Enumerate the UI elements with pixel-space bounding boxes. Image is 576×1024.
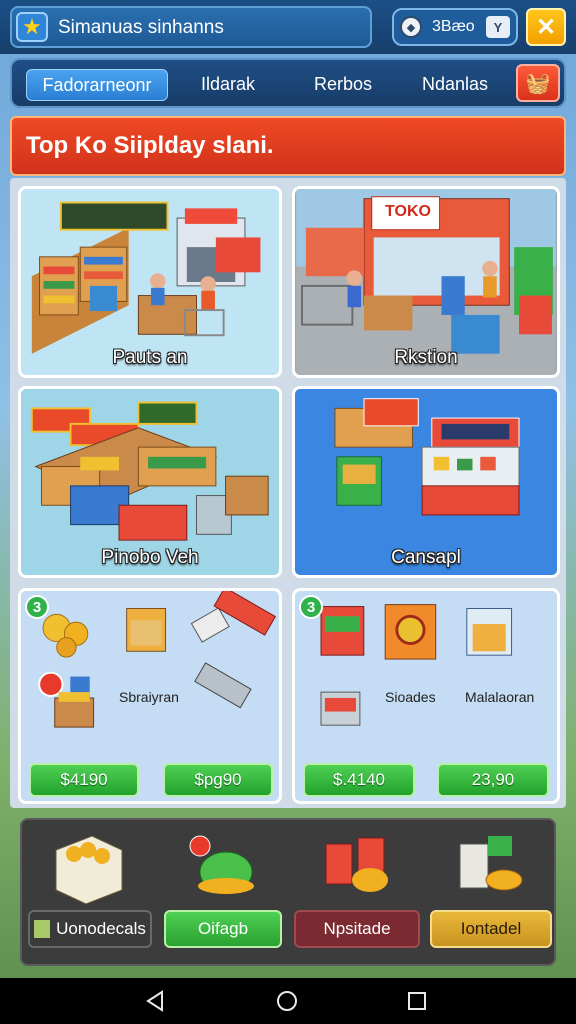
shop-card-caption: Sbraiyran	[119, 689, 179, 705]
shop-card-badge: 3	[299, 595, 323, 619]
filter-icon[interactable]: Y	[486, 16, 510, 38]
top-bar: ★ Simanuas sinhanns ◆ 3Bæo Y ✕	[0, 0, 576, 54]
recents-icon[interactable]	[402, 988, 432, 1014]
app-title: Simanuas sinhanns	[58, 17, 224, 38]
scene-card-pauts[interactable]: Pauts an	[18, 186, 282, 378]
scene-card-label: Pauts an	[112, 347, 188, 368]
banner-title: Top Ko Siiplday slani.	[26, 132, 274, 159]
tab-bar: Fadorarneonr Ildarak Rerbos Ndanlas 🧺	[10, 58, 566, 108]
title-box: ★ Simanuas sinhanns	[10, 6, 372, 48]
uonodecals-button[interactable]: Uonodecals	[28, 910, 152, 948]
home-icon[interactable]	[272, 988, 302, 1014]
scene-card-cansapl[interactable]: Cansapl	[292, 386, 560, 578]
scene-card-pinobo[interactable]: Pinobo Veh	[18, 386, 282, 578]
star-icon[interactable]: ★	[16, 12, 48, 42]
uonodecals-label: Uonodecals	[56, 919, 146, 938]
iontadel-button[interactable]: Iontadel	[430, 910, 552, 948]
currency-box[interactable]: ◆ 3Bæo Y	[392, 8, 518, 46]
price-button[interactable]: $.4140	[303, 763, 415, 797]
shop-card-2[interactable]: 3 Sioades Malalaoran $.4140 23,90	[292, 588, 560, 804]
tab-fadorarneonr[interactable]: Fadorarneonr	[26, 69, 168, 101]
basket-icon[interactable]: 🧺	[516, 64, 560, 102]
coin-icon: ◆	[400, 16, 422, 38]
tab-ndanlas[interactable]: Ndanlas	[400, 69, 510, 99]
scene-card-rkstion[interactable]: TOKO Rkstion	[292, 186, 560, 378]
price-button[interactable]: $4190	[29, 763, 139, 797]
scene-card-label: Pinobo Veh	[101, 547, 199, 568]
promo-banner: Top Ko Siiplday slani.	[10, 116, 566, 176]
npsitade-button[interactable]: Npsitade	[294, 910, 420, 948]
scene-card-label: Rkstion	[394, 347, 458, 368]
box-icon	[34, 920, 51, 938]
currency-value: 3Bæo	[432, 18, 475, 35]
shop-card-caption-a: Sioades	[385, 689, 436, 705]
oifagb-button[interactable]: Oifagb	[164, 910, 282, 948]
shop-panel: Pauts an TOKO Rkstion Pinobo Veh Cansapl…	[10, 178, 566, 808]
store-sign: TOKO	[385, 203, 431, 220]
price-button[interactable]: 23,90	[437, 763, 549, 797]
close-icon[interactable]: ✕	[526, 8, 566, 46]
bottom-items-illustration	[55, 835, 523, 905]
scene-card-label: Cansapl	[391, 547, 461, 568]
bottom-action-panel: Uonodecals Oifagb Npsitade Iontadel	[20, 818, 556, 966]
shop-card-badge: 3	[25, 595, 49, 619]
shop-card-caption-b: Malalaoran	[465, 689, 535, 705]
system-nav-bar	[0, 978, 576, 1024]
tab-ildarak[interactable]: Ildarak	[178, 69, 278, 99]
tab-rerbos[interactable]: Rerbos	[288, 69, 398, 99]
shop-card-1[interactable]: 3 Sbraiyran $4190 $pg90	[18, 588, 282, 804]
price-button[interactable]: $pg90	[163, 763, 273, 797]
back-icon[interactable]	[140, 988, 170, 1014]
